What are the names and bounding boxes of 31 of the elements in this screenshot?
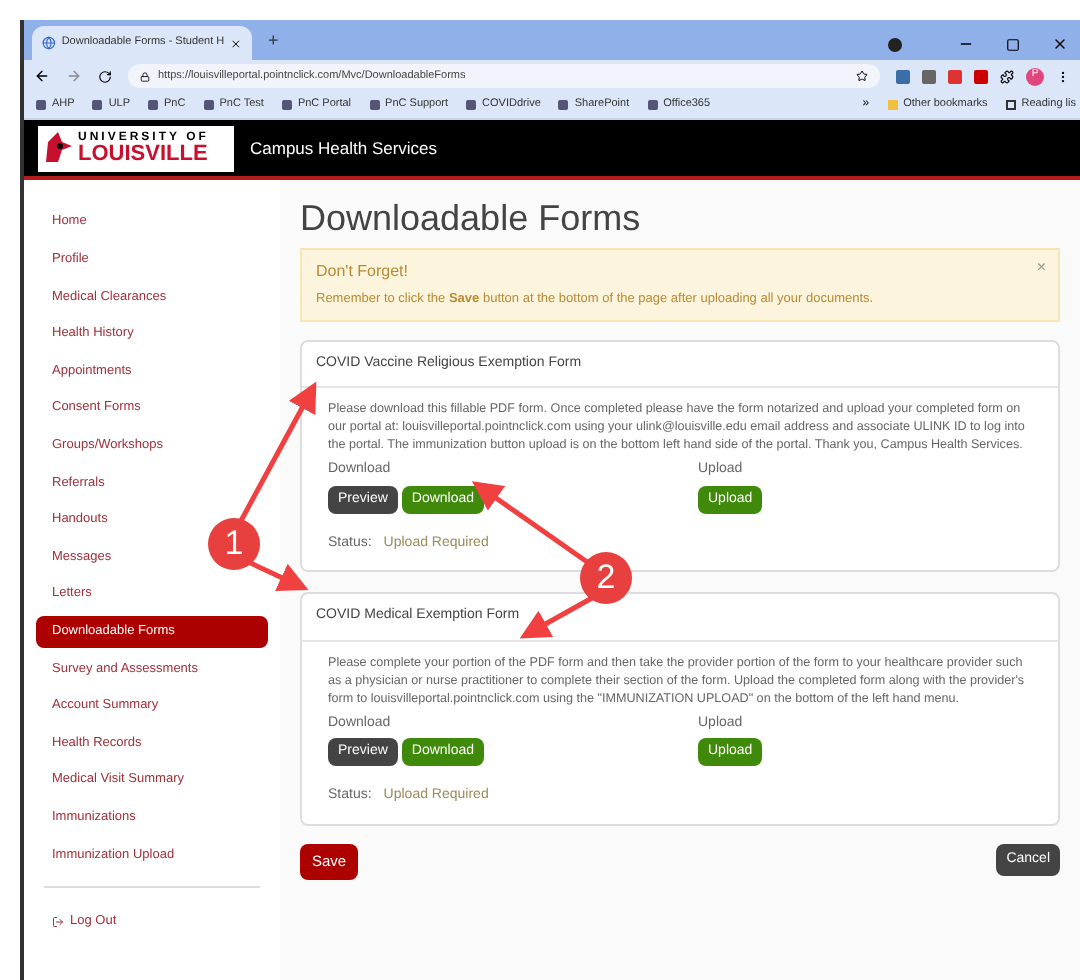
bookmark-icon: [148, 100, 159, 110]
forward-icon[interactable]: [66, 68, 82, 84]
bookmark-icon: [36, 100, 46, 110]
maximize-icon[interactable]: [1006, 37, 1020, 51]
media-icon: [888, 37, 902, 51]
reading-list-icon: [1005, 100, 1016, 110]
bookmark-icon: [466, 100, 477, 110]
new-tab-button[interactable]: +: [268, 27, 279, 54]
logout-icon: [52, 915, 64, 928]
logo-text: LOUISVILLE: [78, 143, 209, 165]
alert-title: Don't Forget!: [316, 260, 408, 284]
folder-icon: [887, 100, 898, 110]
star-icon[interactable]: [856, 70, 868, 82]
globe-icon: [42, 36, 56, 50]
lock-icon: [140, 71, 150, 81]
menu-icon[interactable]: [1056, 69, 1070, 83]
bookmark-icon: [647, 100, 658, 110]
site-title: Campus Health Services: [250, 135, 438, 161]
bookmark-icon: [281, 100, 292, 110]
bookmark-icon: [369, 100, 380, 110]
cardinal-icon: [42, 130, 74, 166]
bookmark-icon: [203, 100, 214, 110]
page-title: Downloadable Forms: [300, 196, 643, 240]
close-icon[interactable]: [230, 37, 242, 49]
annotation-arrow: [519, 595, 594, 639]
bookmark-icon: [92, 100, 103, 110]
puzzle-icon[interactable]: [1000, 69, 1014, 83]
back-icon[interactable]: [34, 68, 50, 84]
bookmark-icon: [558, 100, 569, 110]
close-icon[interactable]: [1052, 36, 1068, 52]
reload-icon[interactable]: [98, 69, 112, 83]
